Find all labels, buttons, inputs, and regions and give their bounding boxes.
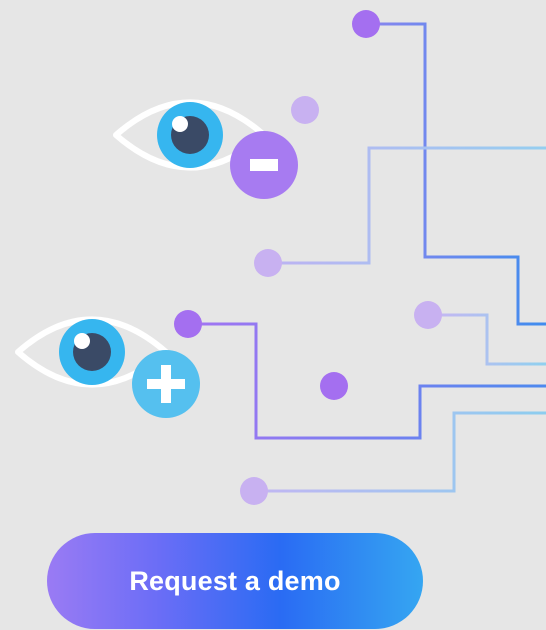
- circuit-node: [174, 310, 202, 338]
- request-demo-button[interactable]: Request a demo: [47, 533, 423, 629]
- circuit-line: [366, 22, 546, 326]
- page: Request a demo: [0, 0, 546, 630]
- circuit-node: [240, 477, 268, 505]
- minus-badge-icon: [230, 131, 298, 199]
- circuit-lines: [188, 22, 546, 493]
- circuit-node: [254, 249, 282, 277]
- circuit-node: [414, 301, 442, 329]
- circuit-node: [320, 372, 348, 400]
- circuit-nodes: [174, 10, 442, 505]
- circuit-line: [268, 146, 546, 265]
- plus-badge-icon: [132, 350, 200, 418]
- circuit-node: [352, 10, 380, 38]
- circuit-line: [188, 322, 546, 440]
- circuit-line: [428, 313, 546, 366]
- circuit-node: [291, 96, 319, 124]
- circuit-line: [254, 411, 546, 493]
